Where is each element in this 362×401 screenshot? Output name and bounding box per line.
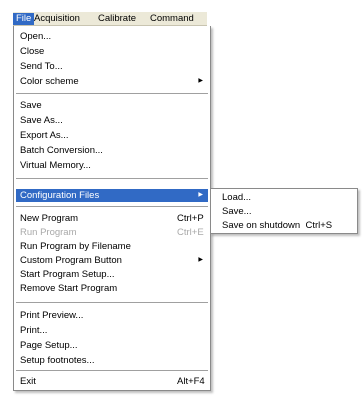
menu-item-save-as[interactable]: Save As... [16, 114, 208, 127]
shortcut-label: Alt+F4 [177, 376, 205, 387]
shortcut-label: Ctrl+S [305, 220, 333, 231]
submenu-arrow-icon: ▶ [198, 192, 203, 198]
menu-item-color-scheme[interactable]: Color scheme ▶ [16, 75, 208, 88]
menu-item-label: Virtual Memory... [20, 160, 91, 171]
menu-item-page-setup[interactable]: Page Setup... [16, 339, 208, 352]
menu-bar: File Acquisition Calibrate Command [13, 12, 207, 26]
menu-item-remove-start-program[interactable]: Remove Start Program [16, 282, 208, 295]
menu-item-exit[interactable]: Exit Alt+F4 [16, 375, 208, 388]
submenu-item-save[interactable]: Save... [213, 205, 355, 218]
menu-acquisition[interactable]: Acquisition [31, 13, 83, 25]
submenu-item-load[interactable]: Load... [213, 191, 355, 204]
menu-item-save[interactable]: Save [16, 99, 208, 112]
menu-item-label: Save [20, 100, 42, 111]
menu-item-label: Setup footnotes... [20, 355, 95, 366]
menu-item-export-as[interactable]: Export As... [16, 129, 208, 142]
menu-separator [16, 302, 208, 304]
menu-item-open[interactable]: Open... [16, 30, 208, 43]
menu-item-configuration-files[interactable]: Configuration Files ▶ [16, 189, 208, 202]
menu-command[interactable]: Command [147, 13, 197, 25]
menu-item-label: Batch Conversion... [20, 145, 103, 156]
menu-item-virtual-memory[interactable]: Virtual Memory... [16, 159, 208, 172]
menu-item-run-program-by-filename[interactable]: Run Program by Filename [16, 240, 208, 253]
submenu-item-label: Save... [222, 206, 252, 217]
menu-separator [16, 206, 208, 208]
menu-item-label: Page Setup... [20, 340, 78, 351]
menu-item-custom-program-button[interactable]: Custom Program Button ▶ [16, 254, 208, 267]
menu-separator [16, 370, 208, 372]
menu-item-label: Configuration Files [20, 190, 100, 201]
submenu-arrow-icon: ▶ [198, 78, 203, 84]
menu-item-label: Export As... [20, 130, 69, 141]
menu-item-label: Save As... [20, 115, 63, 126]
submenu-item-save-on-shutdown[interactable]: Save on shutdown Ctrl+S [213, 219, 355, 232]
menu-item-run-program: Run Program Ctrl+E [16, 226, 208, 239]
menu-item-close[interactable]: Close [16, 45, 208, 58]
menu-separator [16, 93, 208, 95]
shortcut-label: Ctrl+E [177, 227, 204, 238]
submenu-item-label: Load... [222, 192, 252, 203]
menu-item-print-preview[interactable]: Print Preview... [16, 309, 208, 322]
menu-item-label: Print Preview... [20, 310, 84, 321]
menu-item-label: Print... [20, 325, 48, 336]
menu-item-label: Close [20, 46, 45, 57]
menu-item-label: Run Program [20, 227, 77, 238]
menu-item-setup-footnotes[interactable]: Setup footnotes... [16, 354, 208, 367]
menu-item-batch-conversion[interactable]: Batch Conversion... [16, 144, 208, 157]
menu-item-label: Start Program Setup... [20, 269, 115, 280]
menu-item-label: Send To... [20, 61, 63, 72]
menu-item-label: Color scheme [20, 76, 79, 87]
menu-item-label: Custom Program Button [20, 255, 122, 266]
submenu-item-label: Save on shutdown [222, 220, 301, 231]
menu-calibrate[interactable]: Calibrate [95, 13, 139, 25]
menu-item-print[interactable]: Print... [16, 324, 208, 337]
menu-item-label: Open... [20, 31, 52, 42]
menu-item-label: Run Program by Filename [20, 241, 131, 252]
configuration-files-submenu: Load... Save... Save on shutdown Ctrl+S [210, 188, 358, 234]
menu-item-start-program-setup[interactable]: Start Program Setup... [16, 268, 208, 281]
submenu-arrow-icon: ▶ [198, 257, 203, 263]
menu-item-send-to[interactable]: Send To... [16, 60, 208, 73]
menu-item-new-program[interactable]: New Program Ctrl+P [16, 212, 208, 225]
menu-item-label: Exit [20, 376, 36, 387]
menu-separator [16, 178, 208, 180]
file-menu-dropdown: Open... Close Send To... Color scheme ▶ S… [13, 26, 211, 391]
menu-item-label: Remove Start Program [20, 283, 118, 294]
shortcut-label: Ctrl+P [177, 213, 204, 224]
menu-item-label: New Program [20, 213, 79, 224]
